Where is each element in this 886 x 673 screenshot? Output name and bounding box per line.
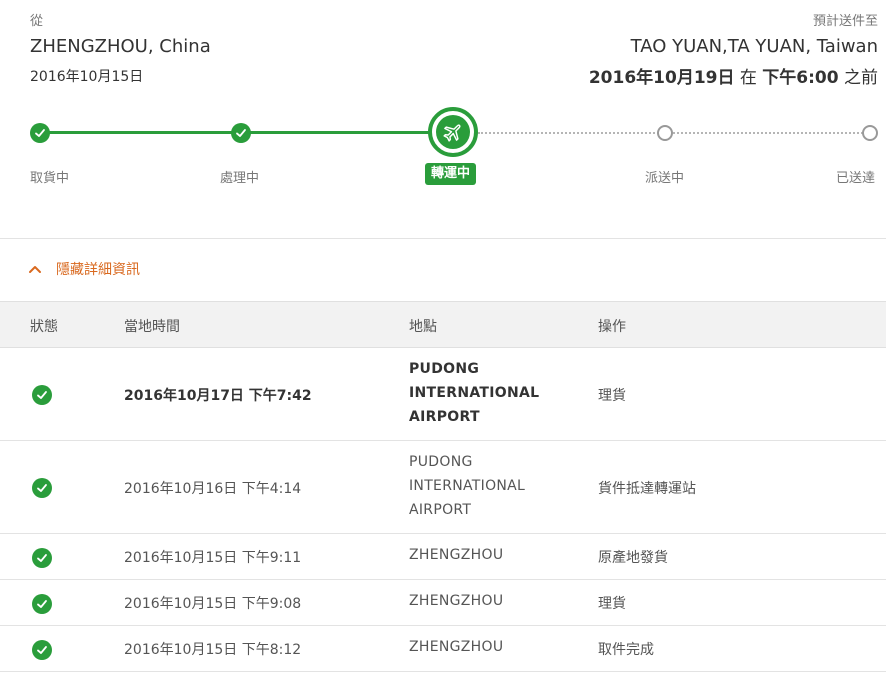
table-row: 2016年10月15日 下午9:08 ZHENGZHOU 理貨 [0, 580, 886, 626]
event-action: 原產地發貨 [598, 550, 668, 566]
events-table-header: 狀態 當地時間 地點 操作 [0, 301, 886, 348]
column-header-action: 操作 [598, 319, 626, 335]
eta-suffix: 之前 [844, 68, 878, 88]
destination-city: TAO YUAN,TA YUAN, Taiwan [630, 36, 878, 57]
progress-track-pending [478, 132, 870, 134]
origin-label: 從 [30, 14, 44, 29]
column-header-location: 地點 [409, 319, 437, 335]
event-location: ZHENGZHOU [409, 639, 504, 655]
step-label-in-transit: 轉運中 [425, 163, 477, 185]
step-label-delivered: 已送達 [836, 171, 876, 186]
event-action: 理貨 [598, 596, 626, 612]
eta-at: 在 [739, 68, 757, 88]
eta-label: 預計送件至 [812, 14, 878, 29]
event-datetime: 2016年10月16日 下午4:14 [124, 481, 302, 497]
column-header-status: 狀態 [30, 319, 58, 335]
event-location-line: INTERNATIONAL [409, 478, 526, 494]
eta-datetime: 2016年10月19日 在 下午6:00 之前 [589, 63, 878, 88]
step-in-transit-marker [428, 107, 478, 157]
origin-date: 2016年10月15日 [30, 69, 144, 85]
check-circle-icon [32, 594, 52, 614]
event-location: ZHENGZHOU [409, 547, 504, 563]
column-header-local-time: 當地時間 [124, 319, 180, 335]
step-processing-check-icon [231, 123, 251, 143]
origin-city: ZHENGZHOU, China [30, 36, 211, 57]
event-location: PUDONG INTERNATIONAL AIRPORT [409, 450, 525, 522]
step-label-pickup: 取貨中 [30, 171, 70, 186]
event-datetime: 2016年10月17日 下午7:42 [124, 388, 312, 404]
event-action: 理貨 [598, 388, 626, 404]
event-location-line: PUDONG [409, 361, 480, 377]
event-action: 貨件抵達轉運站 [598, 481, 696, 497]
event-datetime: 2016年10月15日 下午8:12 [124, 642, 302, 658]
hide-details-label: 隱藏詳細資訊 [56, 262, 140, 278]
event-location-line: INTERNATIONAL [409, 385, 540, 401]
event-location-line: PUDONG [409, 454, 473, 470]
check-circle-icon [32, 548, 52, 568]
eta-time: 下午6:00 [762, 68, 839, 88]
event-datetime: 2016年10月15日 下午9:08 [124, 596, 302, 612]
table-row: 2016年10月15日 下午9:11 ZHENGZHOU 原產地發貨 [0, 534, 886, 580]
hide-details-toggle[interactable]: 隱藏詳細資訊 [28, 259, 140, 279]
step-delivering-circle-icon [657, 125, 673, 141]
table-row: 2016年10月16日 下午4:14 PUDONG INTERNATIONAL … [0, 441, 886, 534]
event-datetime: 2016年10月15日 下午9:11 [124, 550, 302, 566]
event-action: 取件完成 [598, 642, 654, 658]
check-circle-icon [32, 478, 52, 498]
eta-date: 2016年10月19日 [588, 68, 735, 88]
step-delivered-circle-icon [862, 125, 878, 141]
event-location-line: AIRPORT [409, 502, 472, 518]
chevron-up-icon [29, 266, 41, 273]
step-pickup-check-icon [30, 123, 50, 143]
check-circle-icon [32, 385, 52, 405]
airplane-icon [436, 115, 470, 149]
step-label-delivering: 派送中 [645, 171, 685, 186]
step-label-processing: 處理中 [220, 171, 260, 186]
event-location-line: AIRPORT [409, 409, 480, 425]
check-circle-icon [32, 640, 52, 660]
event-location: ZHENGZHOU [409, 593, 504, 609]
section-divider [0, 238, 886, 239]
table-row: 2016年10月17日 下午7:42 PUDONG INTERNATIONAL … [0, 348, 886, 441]
event-location: PUDONG INTERNATIONAL AIRPORT [409, 357, 539, 429]
table-row: 2016年10月15日 下午8:12 ZHENGZHOU 取件完成 [0, 626, 886, 672]
